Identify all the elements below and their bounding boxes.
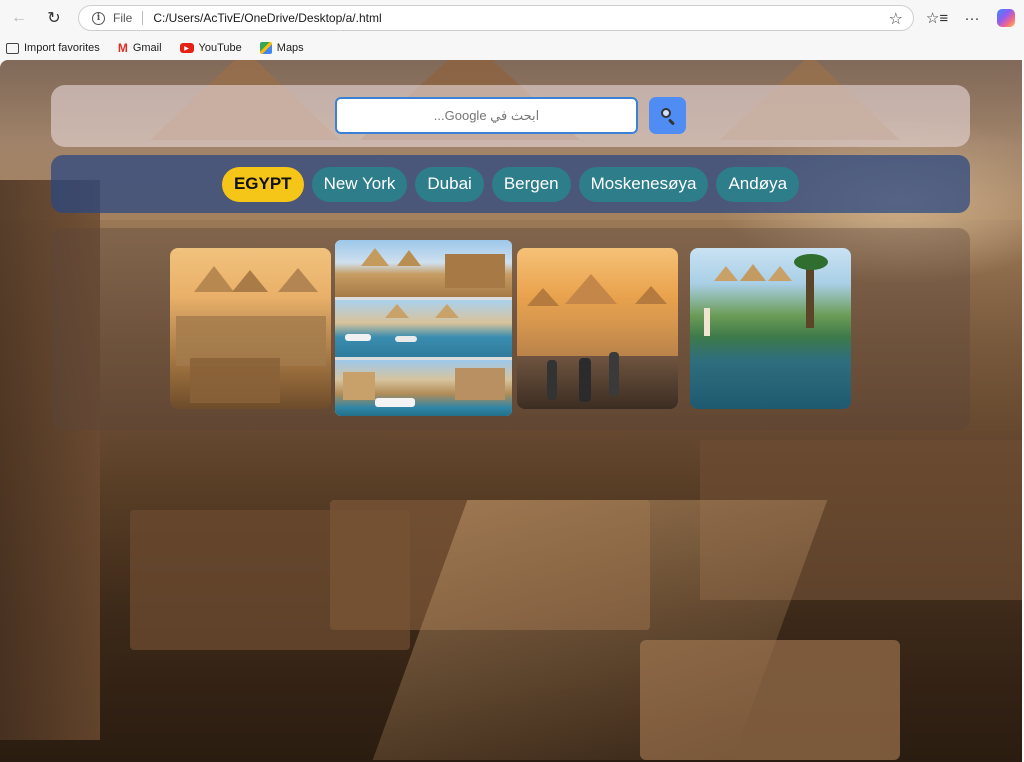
tab-andoya[interactable]: Andøya [716, 166, 800, 202]
copilot-icon [997, 9, 1015, 27]
city-tabs: EGYPT New York Dubai Bergen Moskenesøya … [51, 155, 970, 213]
more-menu-icon[interactable]: ··· [959, 6, 985, 30]
info-icon[interactable]: i [92, 11, 105, 25]
gallery-image[interactable] [517, 248, 678, 409]
favorite-star-icon[interactable]: ☆ [889, 9, 903, 29]
bookmark-label: Gmail [132, 42, 162, 54]
gallery-image[interactable] [335, 240, 512, 416]
address-divider [142, 11, 144, 25]
address-bar[interactable]: i File C:/Users/AcTivE/OneDrive/Desktop/… [78, 5, 914, 31]
address-url[interactable]: C:/Users/AcTivE/OneDrive/Desktop/a/.html [153, 11, 381, 25]
search-panel [51, 85, 970, 147]
reload-icon[interactable]: ↻ [41, 6, 67, 30]
import-icon [6, 42, 19, 54]
browser-toolbar: ← ↻ i File C:/Users/AcTivE/OneDrive/Desk… [0, 0, 1024, 36]
gallery-image[interactable] [170, 248, 331, 409]
back-arrow-icon[interactable]: ← [6, 6, 32, 30]
image-gallery [51, 228, 970, 430]
bookmark-label: Import favorites [24, 42, 100, 54]
tab-dubai[interactable]: Dubai [415, 166, 484, 202]
search-button[interactable] [649, 97, 686, 134]
bookmark-label: Maps [276, 42, 304, 54]
tab-egypt[interactable]: EGYPT [221, 166, 304, 202]
search-input[interactable] [335, 97, 638, 134]
bookmark-import-favorites[interactable]: Import favorites [6, 42, 100, 54]
bookmark-label: YouTube [198, 42, 242, 54]
page-viewport: EGYPT New York Dubai Bergen Moskenesøya … [0, 60, 1022, 762]
tab-moskenesoya[interactable]: Moskenesøya [578, 166, 709, 202]
youtube-icon: ▶ [179, 43, 194, 53]
search-icon [660, 107, 676, 126]
tab-bergen[interactable]: Bergen [491, 166, 571, 202]
gmail-icon: M [117, 41, 128, 55]
tab-new-york[interactable]: New York [311, 166, 408, 202]
bookmark-youtube[interactable]: ▶ YouTube [179, 42, 242, 54]
bookmark-maps[interactable]: Maps [259, 42, 304, 54]
favorites-list-icon[interactable]: ☆≡ [924, 6, 950, 30]
maps-icon [259, 42, 272, 54]
bookmark-gmail[interactable]: M Gmail [118, 41, 162, 55]
address-scheme-label: File [113, 11, 133, 25]
copilot-icon-button[interactable] [993, 6, 1019, 30]
bookmarks-bar: Import favorites M Gmail ▶ YouTube Maps [0, 36, 1024, 60]
gallery-image[interactable] [690, 248, 851, 409]
